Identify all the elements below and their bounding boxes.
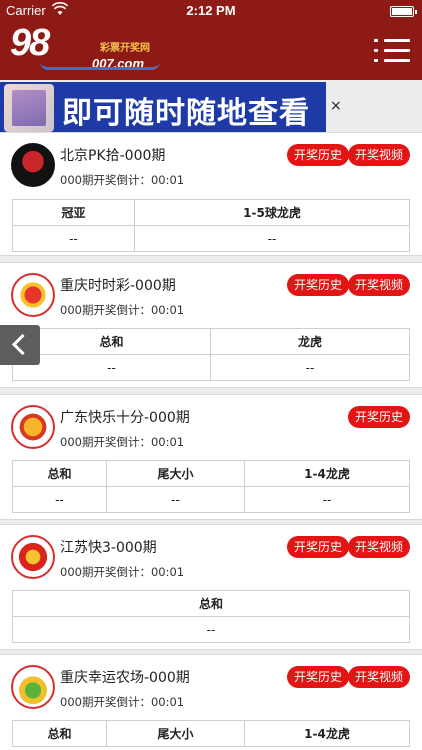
clock: 2:12 PM — [186, 3, 236, 18]
lottery-card: 广东快乐十分-000期 000期开奖倒计：00:01 开奖历史 总和 尾大小 1… — [0, 394, 422, 520]
lottery-card: 北京PK拾-000期 000期开奖倒计：00:01 开奖历史 开奖视频 冠亚 1… — [0, 132, 422, 256]
column-header: 尾大小 — [106, 720, 245, 747]
site-logo[interactable]: 98 彩票开奖网 007.com — [10, 22, 180, 74]
phone-image — [4, 84, 54, 132]
lottery-card: 江苏快3-000期 000期开奖倒计：00:01 开奖历史 开奖视频 总和 -- — [0, 524, 422, 650]
column-header: 总和 — [12, 590, 410, 617]
column-header: 尾大小 — [106, 460, 245, 487]
logo-number: 98 — [10, 22, 50, 64]
result-cell: -- — [12, 486, 107, 513]
column-header: 冠亚 — [12, 199, 135, 226]
countdown: 000期开奖倒计：00:01 — [60, 173, 185, 187]
column-header: 1-4龙虎 — [244, 720, 410, 747]
kuai3-logo-icon — [11, 535, 55, 579]
result-cell: -- — [134, 225, 410, 252]
close-icon[interactable]: × — [330, 98, 342, 114]
video-button[interactable]: 开奖视频 — [347, 144, 410, 166]
kuaile10-logo-icon — [11, 405, 55, 449]
header-bar: 98 彩票开奖网 007.com — [0, 22, 422, 80]
menu-icon[interactable] — [374, 36, 410, 66]
lottery-name: 广东快乐十分-000期 — [60, 410, 190, 426]
result-cell: -- — [106, 486, 245, 513]
lottery-name: 江苏快3-000期 — [60, 540, 157, 556]
status-bar: Carrier 2:12 PM — [0, 0, 422, 22]
video-button[interactable]: 开奖视频 — [347, 666, 410, 688]
result-table: 总和 -- — [12, 590, 410, 643]
battery-icon — [390, 6, 417, 17]
result-table: 冠亚 1-5球龙虎 -- -- — [12, 199, 410, 252]
video-button[interactable]: 开奖视频 — [347, 274, 410, 296]
history-button[interactable]: 开奖历史 — [286, 274, 349, 296]
countdown: 000期开奖倒计：00:01 — [60, 435, 185, 449]
column-header: 总和 — [12, 328, 211, 355]
column-header: 总和 — [12, 460, 107, 487]
lottery-name: 重庆幸运农场-000期 — [60, 670, 190, 686]
logo-swoosh — [40, 62, 160, 70]
column-header: 总和 — [12, 720, 107, 747]
pk10-logo-icon — [11, 143, 55, 187]
lottery-card: 重庆时时彩-000期 000期开奖倒计：00:01 开奖历史 开奖视频 总和 龙… — [0, 262, 422, 388]
shishicai-logo-icon — [11, 273, 55, 317]
result-table: 总和 尾大小 1-4龙虎 -- -- -- — [12, 460, 410, 513]
result-table: 总和 尾大小 1-4龙虎 — [12, 720, 410, 747]
column-header: 1-4龙虎 — [244, 460, 410, 487]
history-button[interactable]: 开奖历史 — [286, 666, 349, 688]
ad-banner[interactable]: 即可随时随地查看 — [0, 82, 326, 132]
history-button[interactable]: 开奖历史 — [347, 406, 410, 428]
countdown: 000期开奖倒计：00:01 — [60, 695, 185, 709]
countdown: 000期开奖倒计：00:01 — [60, 303, 185, 317]
lottery-name: 北京PK拾-000期 — [60, 148, 166, 164]
result-cell: -- — [12, 616, 410, 643]
result-table: 总和 龙虎 -- -- — [12, 328, 410, 381]
result-cell: -- — [244, 486, 410, 513]
ad-banner-text: 即可随时随地查看 — [62, 96, 310, 131]
back-button[interactable] — [0, 325, 40, 365]
history-button[interactable]: 开奖历史 — [286, 536, 349, 558]
result-cell: -- — [12, 354, 211, 381]
video-button[interactable]: 开奖视频 — [347, 536, 410, 558]
lottery-card: 重庆幸运农场-000期 000期开奖倒计：00:01 开奖历史 开奖视频 总和 … — [0, 654, 422, 750]
result-cell: -- — [12, 225, 135, 252]
column-header: 1-5球龙虎 — [134, 199, 410, 226]
history-button[interactable]: 开奖历史 — [286, 144, 349, 166]
lottery-name: 重庆时时彩-000期 — [60, 278, 176, 294]
column-header: 龙虎 — [210, 328, 410, 355]
xingyun-farm-logo-icon — [11, 665, 55, 709]
result-cell: -- — [210, 354, 410, 381]
logo-tagline: 彩票开奖网 — [100, 43, 150, 54]
countdown: 000期开奖倒计：00:01 — [60, 565, 185, 579]
